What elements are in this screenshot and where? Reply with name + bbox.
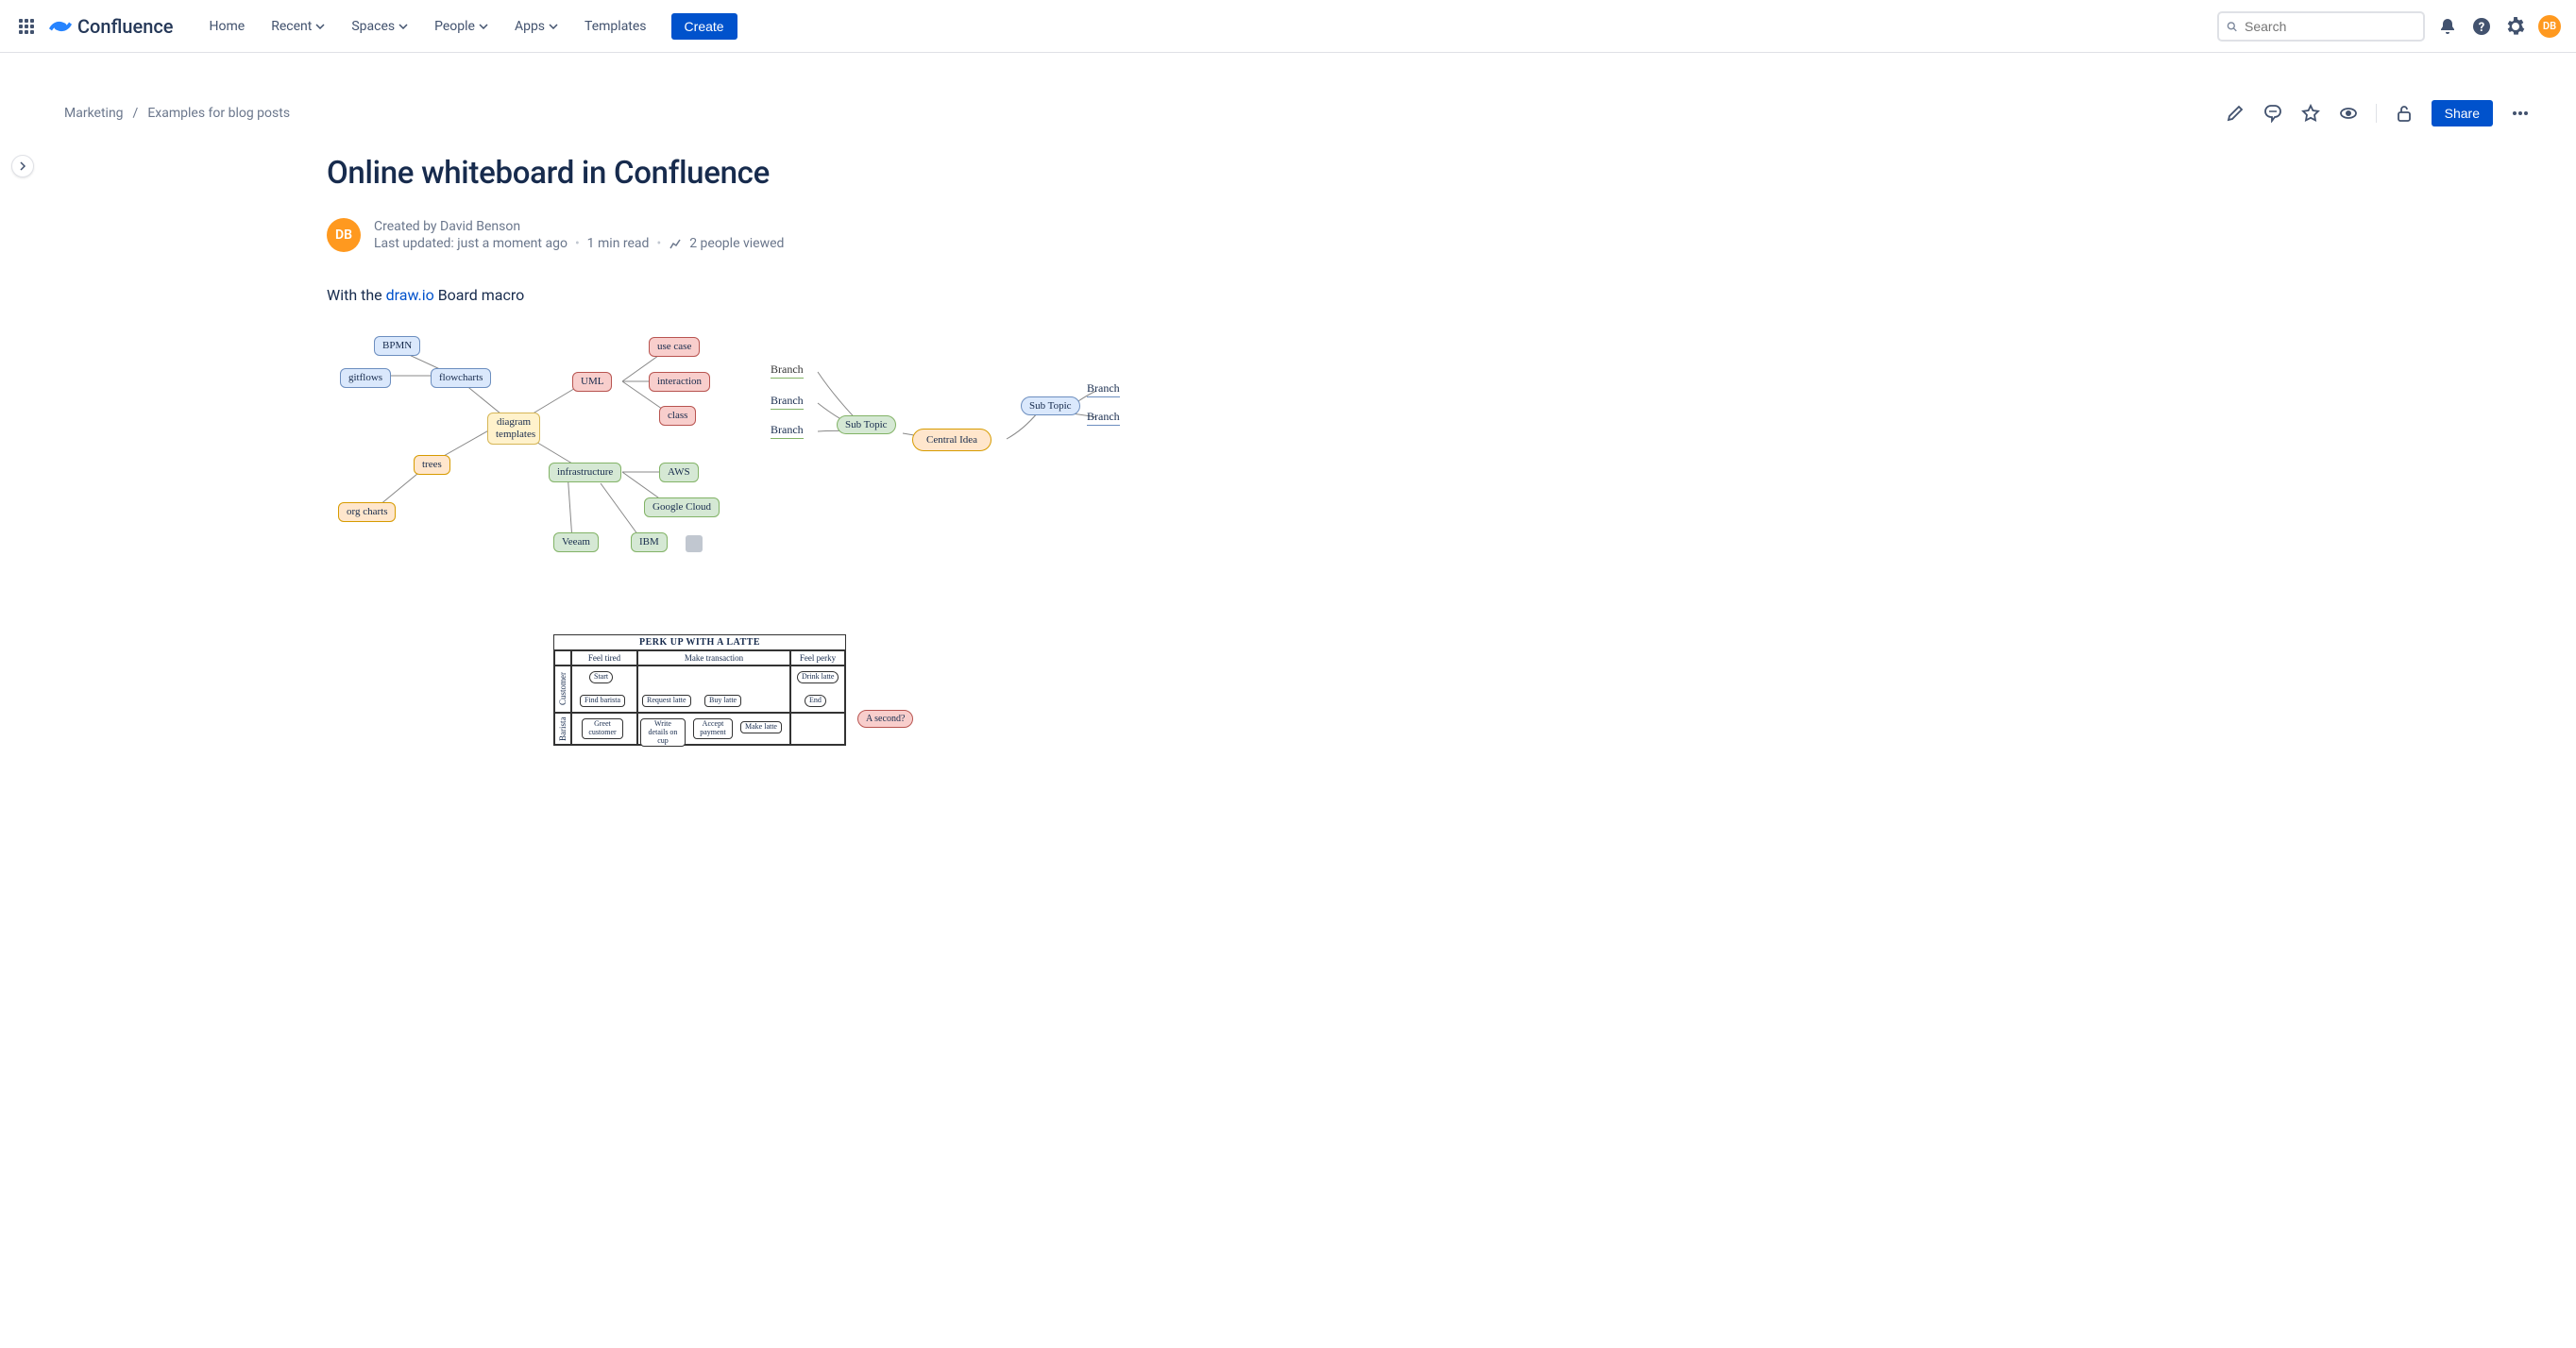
swimlane-node: Request latte bbox=[642, 695, 691, 707]
create-button[interactable]: Create bbox=[671, 13, 737, 40]
swimlane-node: Make latte bbox=[740, 721, 782, 733]
whiteboard-diagram[interactable]: BPMN flowcharts gitflows diagram templat… bbox=[327, 323, 1139, 587]
swimlane-col-header: Feel perky bbox=[790, 650, 845, 666]
nav-templates[interactable]: Templates bbox=[575, 13, 656, 40]
page-actions: Share bbox=[2225, 100, 2531, 126]
notifications-icon[interactable] bbox=[2436, 15, 2459, 38]
mindmap-branch[interactable]: Branch bbox=[771, 394, 804, 410]
search-input[interactable] bbox=[2245, 19, 2415, 34]
chevron-down-icon bbox=[479, 24, 488, 29]
mindmap-subtopic[interactable]: Sub Topic bbox=[837, 415, 896, 434]
swimlane-node: Accept payment bbox=[693, 718, 733, 739]
swimlane-lane-header: Customer bbox=[554, 666, 571, 713]
star-icon[interactable] bbox=[2300, 103, 2321, 124]
diagram-node[interactable]: org charts bbox=[338, 502, 396, 522]
nav-spaces[interactable]: Spaces bbox=[342, 13, 417, 40]
mindmap-central[interactable]: Central Idea bbox=[912, 429, 991, 451]
swimlane-col-header: Make transaction bbox=[637, 650, 790, 666]
intro-paragraph: With the draw.io Board macro bbox=[327, 286, 1233, 304]
swimlane-col-header: Feel tired bbox=[571, 650, 637, 666]
restrictions-icon[interactable] bbox=[2394, 103, 2415, 124]
diagram-node[interactable]: Veeam bbox=[553, 532, 599, 552]
diagram-node[interactable]: flowcharts bbox=[431, 368, 491, 388]
byline: DB Created by David Benson Last updated:… bbox=[327, 218, 1233, 252]
diagram-node[interactable]: gitflows bbox=[340, 368, 391, 388]
mindmap-branch[interactable]: Branch bbox=[1087, 381, 1120, 397]
settings-icon[interactable] bbox=[2504, 15, 2527, 38]
breadcrumb-space[interactable]: Marketing bbox=[64, 106, 124, 121]
drawio-link[interactable]: draw.io bbox=[386, 286, 434, 304]
diagram-node[interactable]: class bbox=[659, 406, 696, 426]
views-count[interactable]: 2 people viewed bbox=[689, 236, 784, 251]
diagram-node[interactable]: use case bbox=[649, 337, 700, 357]
mindmap-subtopic[interactable]: Sub Topic bbox=[1021, 396, 1080, 415]
chevron-right-icon bbox=[18, 161, 27, 171]
chevron-down-icon bbox=[398, 24, 408, 29]
chevron-down-icon bbox=[315, 24, 325, 29]
comments-icon[interactable] bbox=[2262, 103, 2283, 124]
swimlane-node: Start bbox=[589, 671, 613, 683]
diagram-node[interactable]: BPMN bbox=[374, 336, 420, 356]
swimlane-node: Write details on cup bbox=[640, 718, 686, 747]
swimlane-node: Greet customer bbox=[582, 718, 623, 739]
help-icon[interactable]: ? bbox=[2470, 15, 2493, 38]
sidebar-expand-button[interactable] bbox=[11, 155, 34, 177]
svg-text:?: ? bbox=[2479, 21, 2484, 35]
more-actions-icon[interactable] bbox=[2510, 103, 2531, 124]
breadcrumb: Marketing / Examples for blog posts bbox=[64, 106, 290, 121]
swimlane-title: PERK UP WITH A LATTE bbox=[554, 635, 845, 650]
mindmap-branch[interactable]: Branch bbox=[771, 362, 804, 379]
author-avatar[interactable]: DB bbox=[327, 218, 361, 252]
diagram-node[interactable]: IBM bbox=[631, 532, 668, 552]
divider bbox=[2376, 104, 2377, 123]
swimlane-node: Find barista bbox=[580, 695, 625, 707]
nav-home[interactable]: Home bbox=[200, 13, 255, 40]
diagram-node[interactable]: Google Cloud bbox=[644, 497, 720, 517]
share-button[interactable]: Share bbox=[2432, 100, 2493, 126]
search-icon bbox=[2227, 19, 2237, 34]
confluence-icon bbox=[49, 15, 72, 38]
last-updated: Last updated: just a moment ago bbox=[374, 236, 568, 251]
page-title: Online whiteboard in Confluence bbox=[327, 155, 1233, 192]
nav-people[interactable]: People bbox=[425, 13, 498, 40]
user-avatar[interactable]: DB bbox=[2538, 15, 2561, 38]
edit-icon[interactable] bbox=[2225, 103, 2246, 124]
nav-apps[interactable]: Apps bbox=[505, 13, 568, 40]
swimlane-node: End bbox=[805, 695, 826, 707]
analytics-icon bbox=[669, 237, 682, 250]
chevron-down-icon bbox=[549, 24, 558, 29]
swimlane-diagram[interactable]: PERK UP WITH A LATTE Feel tired Make tra… bbox=[553, 634, 846, 746]
mindmap-branch[interactable]: Branch bbox=[771, 423, 804, 439]
nav-recent[interactable]: Recent bbox=[262, 13, 334, 40]
diagram-node[interactable]: diagram templates bbox=[487, 413, 540, 445]
created-by: Created by David Benson bbox=[374, 219, 784, 234]
nav-items: Home Recent Spaces People Apps Templates… bbox=[200, 13, 737, 40]
search-box[interactable] bbox=[2217, 11, 2425, 42]
diagram-node[interactable]: AWS bbox=[659, 463, 699, 482]
swimlane-node: Drink latte bbox=[797, 671, 839, 683]
diagram-node[interactable]: trees bbox=[414, 455, 450, 475]
comment-bubble-icon[interactable] bbox=[686, 535, 703, 552]
diagram-node[interactable]: infrastructure bbox=[549, 463, 621, 482]
diagram-node[interactable]: interaction bbox=[649, 372, 710, 392]
callout-annotation[interactable]: A second? bbox=[857, 710, 913, 728]
read-time: 1 min read bbox=[587, 236, 650, 251]
swimlane-lane-header: Barista bbox=[554, 713, 571, 745]
watch-icon[interactable] bbox=[2338, 103, 2359, 124]
swimlane-node: Buy latte bbox=[704, 695, 741, 707]
app-switcher-icon[interactable] bbox=[15, 15, 38, 38]
product-name: Confluence bbox=[77, 15, 174, 38]
breadcrumb-parent[interactable]: Examples for blog posts bbox=[147, 106, 290, 121]
diagram-node[interactable]: UML bbox=[572, 372, 612, 392]
confluence-logo[interactable]: Confluence bbox=[49, 15, 174, 38]
mindmap-branch[interactable]: Branch bbox=[1087, 410, 1120, 426]
top-nav: Confluence Home Recent Spaces People App… bbox=[0, 0, 2576, 53]
